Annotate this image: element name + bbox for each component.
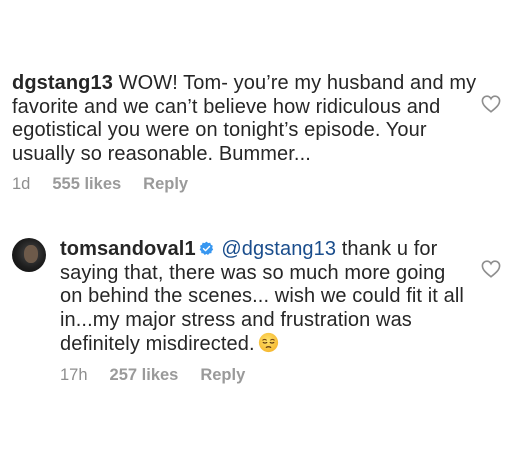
verified-badge-icon [199,241,213,256]
comment-time[interactable]: 17h [60,366,88,385]
comment-item: dgstang13 WOW! Tom- you’re my husband an… [12,72,482,194]
comment-username[interactable]: dgstang13 [12,72,113,94]
avatar[interactable] [12,238,46,272]
comment-username[interactable]: tomsandoval1 [60,238,196,260]
comment-meta: 17h 257 likes Reply [60,366,470,385]
comment-likes[interactable]: 555 likes [52,175,121,194]
heart-outline-icon[interactable] [481,95,501,113]
mention-link[interactable]: @dgstang13 [221,238,336,260]
reply-button[interactable]: Reply [200,366,245,385]
reply-button[interactable]: Reply [143,175,188,194]
pensive-face-emoji [258,332,278,353]
comment-body: tomsandoval1 @dgstang13 thank u for sayi… [60,238,470,357]
comment-body: dgstang13 WOW! Tom- you’re my husband an… [12,72,482,166]
comment-meta: 1d 555 likes Reply [12,175,482,194]
comment-likes[interactable]: 257 likes [110,366,179,385]
comment-time[interactable]: 1d [12,175,30,194]
heart-outline-icon[interactable] [481,260,501,278]
